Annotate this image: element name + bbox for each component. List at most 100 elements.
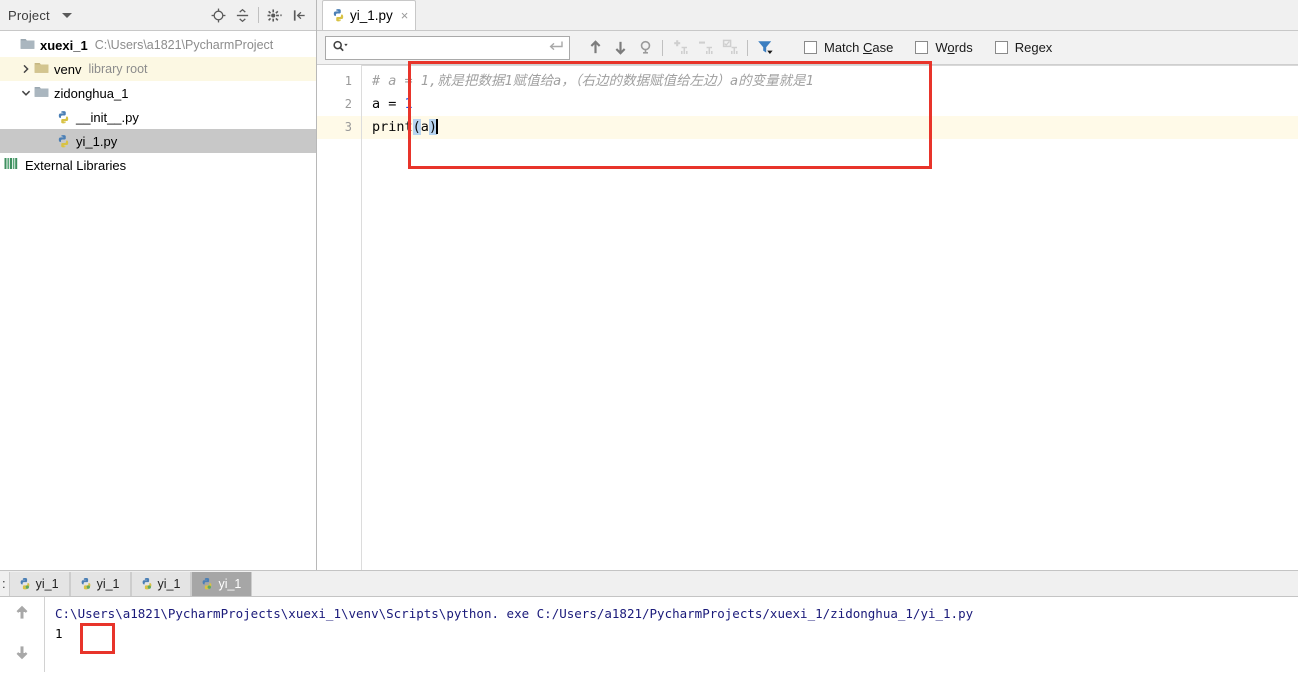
editor-tab-bar: yi_1.py × <box>317 0 1298 31</box>
tree-item-zidonghua_1[interactable]: zidonghua_1 <box>0 81 316 105</box>
tab-label: yi_1.py <box>350 8 393 23</box>
tree-item-label: __init__.py <box>76 109 139 125</box>
folder-icon <box>34 85 49 101</box>
console-tab-1[interactable]: yi_1 <box>8 572 70 596</box>
tab-yi_1-py[interactable]: yi_1.py × <box>322 0 417 30</box>
scroll-down-icon[interactable] <box>14 644 30 663</box>
python-file-icon <box>56 134 71 149</box>
find-in-selection-icon[interactable] <box>634 37 656 59</box>
text-caret <box>436 119 439 134</box>
code-comment: # a = 1,就是把数据1赋值给a，（右边的数据赋值给左边）a的变量就是1 <box>372 73 814 89</box>
tree-item-yi_1-py[interactable]: yi_1.py <box>0 129 316 153</box>
toolbar-separator <box>747 39 748 56</box>
line-number: 1 <box>344 74 352 88</box>
python-file-icon <box>18 577 32 591</box>
tree-item-path: C:\Users\a1821\PycharmProject <box>94 38 274 52</box>
tree-item-label: yi_1.py <box>76 133 118 149</box>
console-result-value: 1 <box>55 626 63 641</box>
python-file-icon <box>200 577 214 591</box>
line-number: 2 <box>344 97 352 111</box>
return-arrow-icon[interactable] <box>548 40 564 55</box>
console-command-line: C:\Users\a1821\PycharmProjects\xuexi_1\v… <box>55 606 974 621</box>
python-file-icon <box>140 577 154 591</box>
console-output[interactable]: C:\Users\a1821\PycharmProjects\xuexi_1\v… <box>45 597 1298 672</box>
code-number-literal: 1 <box>404 96 413 112</box>
console-tab-label: yi_1 <box>157 577 181 591</box>
line-number-gutter: 1 2 3 <box>317 65 362 570</box>
code-argument: a <box>420 119 429 135</box>
find-action-buttons <box>584 37 776 59</box>
checkbox-box[interactable] <box>994 41 1008 54</box>
console-gutter <box>0 597 45 672</box>
tree-item-init-py[interactable]: __init__.py <box>0 105 316 129</box>
chevron-right-icon[interactable] <box>18 64 34 74</box>
editor-area: yi_1.py × Match Case Words Regex 1 2 3 #… <box>317 0 1298 570</box>
folder-icon <box>20 37 35 53</box>
checkbox-label: Regex <box>1014 40 1053 55</box>
console-tab-bar: : yi_1 yi_1 yi_1 yi_1 <box>0 570 1298 597</box>
find-next-icon[interactable] <box>609 37 631 59</box>
python-file-icon <box>56 110 71 125</box>
tree-item-label: venv <box>54 61 82 77</box>
console-body: C:\Users\a1821\PycharmProjects\xuexi_1\v… <box>0 597 1298 672</box>
toolbar-separator <box>662 39 663 56</box>
code-line-2[interactable]: a = 1 <box>362 93 1298 116</box>
folder-icon <box>34 61 49 77</box>
edit-column-icon <box>719 37 741 59</box>
project-panel-title: Project <box>8 7 50 23</box>
project-tool-window: Project xuexi_1 C:\Users\a1821\PycharmPr… <box>0 0 317 570</box>
tree-item-label: zidonghua_1 <box>54 85 129 101</box>
scroll-up-icon[interactable] <box>14 605 30 624</box>
chevron-down-icon[interactable] <box>18 88 34 98</box>
tree-item-xuexi_1[interactable]: xuexi_1 C:\Users\a1821\PycharmProject <box>0 33 316 57</box>
project-tree: xuexi_1 C:\Users\a1821\PycharmProject ve… <box>0 31 316 177</box>
run-tool-window: : yi_1 yi_1 yi_1 yi_1 C:\Users\a1821\Pyc… <box>0 570 1298 673</box>
find-toolbar: Match Case Words Regex <box>317 31 1298 65</box>
hide-panel-icon[interactable] <box>288 4 310 26</box>
tree-item-path: library root <box>88 62 148 76</box>
pycharm-window: Project xuexi_1 C:\Users\a1821\PycharmPr… <box>0 0 1298 673</box>
code-editor[interactable]: 1 2 3 # a = 1,就是把数据1赋值给a，（右边的数据赋值给左边）a的变… <box>317 61 1298 570</box>
tree-item-external-libraries[interactable]: External Libraries <box>0 153 316 177</box>
close-icon[interactable]: × <box>401 9 409 22</box>
checkbox-words[interactable]: Words <box>915 40 973 55</box>
code-function-name: print <box>372 119 413 135</box>
console-tab-label: yi_1 <box>218 577 242 591</box>
search-input[interactable] <box>325 35 570 60</box>
python-file-icon <box>79 577 93 591</box>
remove-column-icon <box>694 37 716 59</box>
filter-icon[interactable] <box>754 37 776 59</box>
checkbox-label: Match Case <box>824 40 894 55</box>
external-libraries-icon <box>4 157 20 174</box>
checkbox-label: Words <box>935 40 973 55</box>
chevron-down-icon[interactable] <box>61 12 72 18</box>
checkbox-regex[interactable]: Regex <box>994 40 1053 55</box>
checkbox-box[interactable] <box>915 41 929 54</box>
magnifier-dropdown-icon[interactable] <box>332 39 350 56</box>
toolbar-separator <box>258 7 259 23</box>
console-tab-3[interactable]: yi_1 <box>130 572 192 596</box>
console-prefix-label: : <box>2 576 6 591</box>
add-column-icon <box>669 37 691 59</box>
console-tab-label: yi_1 <box>35 577 59 591</box>
collapse-all-icon[interactable] <box>231 4 253 26</box>
settings-gear-icon[interactable] <box>264 4 286 26</box>
find-options: Match Case Words Regex <box>804 40 1052 55</box>
console-tab-2[interactable]: yi_1 <box>69 572 131 596</box>
find-previous-icon[interactable] <box>584 37 606 59</box>
locate-target-icon[interactable] <box>207 4 229 26</box>
checkbox-match-case[interactable]: Match Case <box>804 40 893 55</box>
checkbox-box[interactable] <box>804 41 817 54</box>
tree-item-label: xuexi_1 <box>40 37 88 53</box>
code-text-area[interactable]: # a = 1,就是把数据1赋值给a，（右边的数据赋值给左边）a的变量就是1 a… <box>362 61 1298 570</box>
console-tab-4[interactable]: yi_1 <box>191 572 253 596</box>
project-panel-header: Project <box>0 0 316 31</box>
code-line-3[interactable]: print(a) <box>362 116 1298 139</box>
external-libraries-label: External Libraries <box>25 157 127 173</box>
line-number: 3 <box>317 116 361 139</box>
code-paren-open: ( <box>412 119 421 135</box>
tree-item-venv[interactable]: venv library root <box>0 57 316 81</box>
console-tab-label: yi_1 <box>96 577 120 591</box>
python-file-icon <box>331 8 346 23</box>
code-line-1[interactable]: # a = 1,就是把数据1赋值给a，（右边的数据赋值给左边）a的变量就是1 <box>362 70 1298 93</box>
